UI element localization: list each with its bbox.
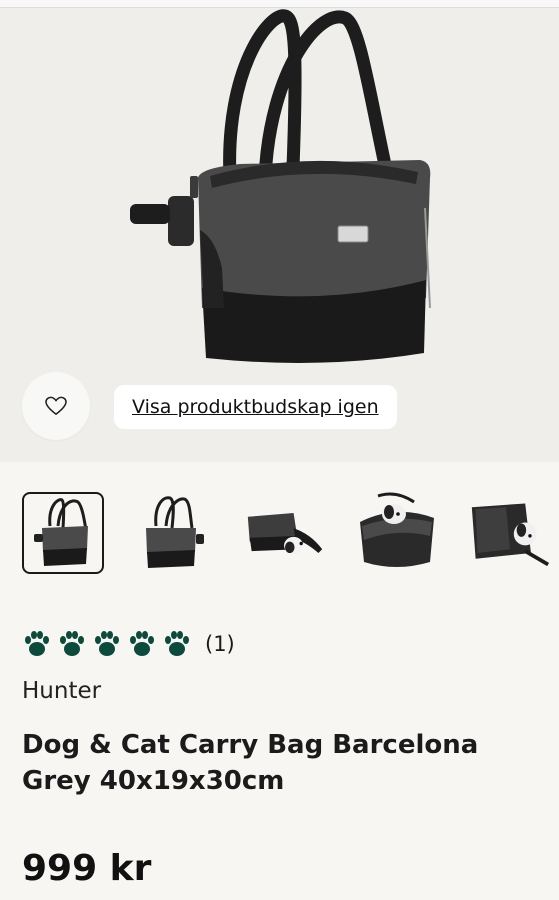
product-hero: Visa produktbudskap igen [0, 0, 559, 462]
tote-bag-product-image[interactable] [120, 8, 450, 368]
bag-dog-lying-thumb [247, 512, 323, 554]
bag-dog-inside-thumb [360, 492, 434, 567]
thumbnail-3[interactable] [244, 492, 326, 574]
paw-icon [25, 631, 49, 656]
thumbnail-2[interactable] [130, 492, 212, 574]
favorite-button[interactable] [22, 372, 90, 440]
show-product-message-button[interactable]: Visa produktbudskap igen [114, 385, 397, 429]
paw-icon [165, 631, 189, 656]
thumbnail-1[interactable] [22, 492, 104, 574]
product-brand[interactable]: Hunter [22, 678, 101, 704]
paw-icon [95, 631, 119, 656]
paw-icon [130, 631, 154, 656]
product-price: 999 kr [22, 848, 152, 889]
product-title: Dog & Cat Carry Bag Barcelona Grey 40x19… [22, 730, 479, 796]
show-product-message-label: Visa produktbudskap igen [132, 396, 379, 418]
thumbnail-5[interactable] [468, 492, 550, 574]
thumbnail-4[interactable] [356, 492, 438, 574]
thumbnail-strip [0, 462, 559, 582]
review-count[interactable]: (1) [205, 632, 235, 656]
bag-dog-open-thumb [471, 503, 550, 567]
bag-front-thumb [34, 498, 88, 566]
product-rating[interactable]: (1) [22, 628, 235, 660]
heart-icon [45, 396, 67, 416]
top-divider [0, 0, 559, 8]
paw-icon [60, 631, 84, 656]
bag-side-thumb [146, 496, 204, 568]
